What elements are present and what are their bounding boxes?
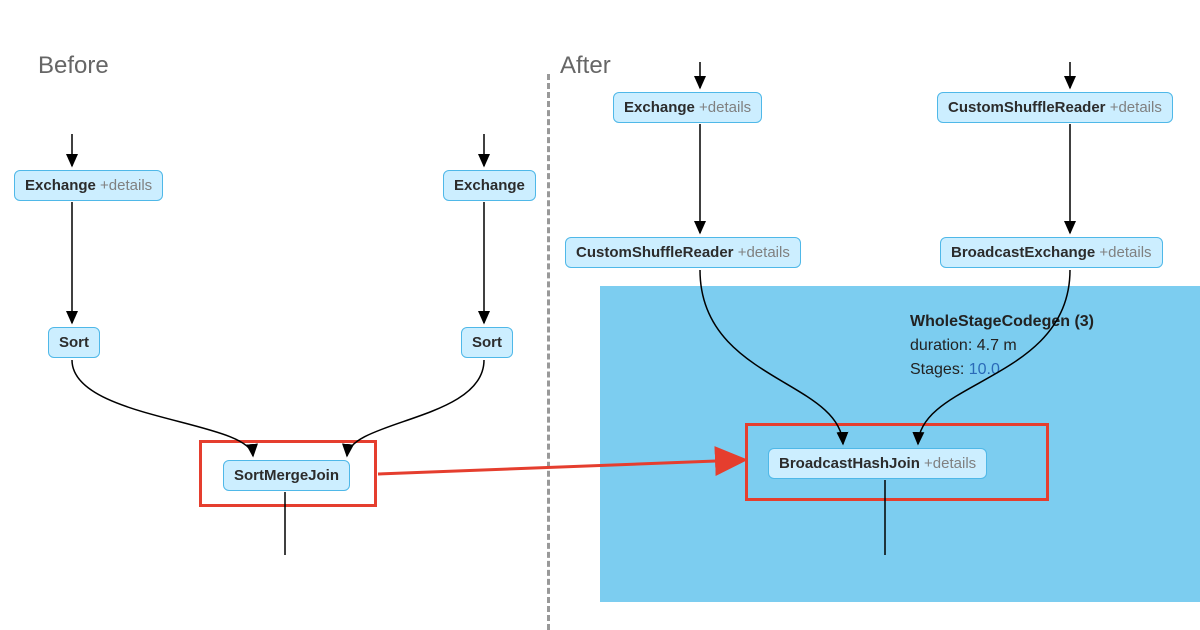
stage-duration: 4.7 m [977, 337, 1017, 354]
node-label: Exchange [454, 177, 525, 194]
stage-duration-label: duration: [910, 337, 972, 354]
node-label: Exchange [624, 99, 695, 116]
before-sort-right: Sort [461, 327, 513, 358]
stage-stages-label: Stages: [910, 361, 964, 378]
node-label: CustomShuffleReader [576, 244, 734, 261]
after-highlight [745, 423, 1049, 501]
after-heading: After [560, 52, 611, 80]
details-link[interactable]: +details [100, 177, 152, 194]
before-sort-left: Sort [48, 327, 100, 358]
after-exchange: Exchange +details [613, 92, 762, 123]
before-exchange-left: Exchange +details [14, 170, 163, 201]
node-label: BroadcastExchange [951, 244, 1095, 261]
after-broadcast-exchange: BroadcastExchange +details [940, 237, 1163, 268]
stage-stages-link[interactable]: 10.0 [969, 361, 1000, 378]
stage-title: WholeStageCodegen (3) duration: 4.7 m St… [910, 310, 1094, 382]
details-link[interactable]: +details [1099, 244, 1151, 261]
before-heading: Before [38, 52, 109, 80]
divider [547, 74, 550, 630]
details-link[interactable]: +details [699, 99, 751, 116]
node-label: Sort [59, 334, 89, 351]
details-link[interactable]: +details [738, 244, 790, 261]
details-link[interactable]: +details [1110, 99, 1162, 116]
stage-title-text: WholeStageCodegen (3) [910, 313, 1094, 330]
before-highlight [199, 440, 377, 507]
before-exchange-right: Exchange [443, 170, 536, 201]
after-csr-mid: CustomShuffleReader +details [565, 237, 801, 268]
node-label: Exchange [25, 177, 96, 194]
node-label: Sort [472, 334, 502, 351]
node-label: CustomShuffleReader [948, 99, 1106, 116]
after-csr-top: CustomShuffleReader +details [937, 92, 1173, 123]
